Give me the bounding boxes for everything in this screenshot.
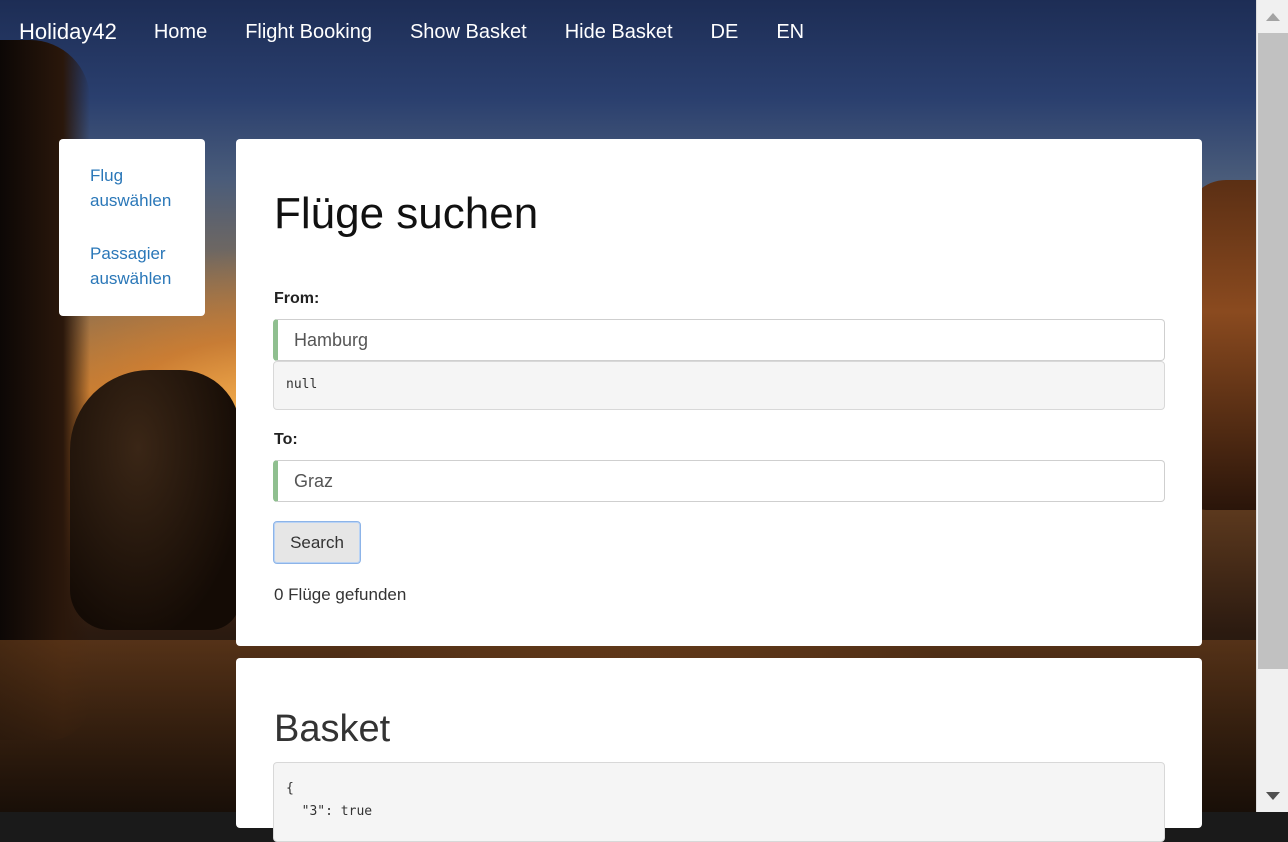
top-navbar: Holiday42 Home Flight Booking Show Baske… [0,0,1256,64]
nav-home[interactable]: Home [154,21,207,44]
scrollbar-thumb[interactable] [1258,33,1288,669]
nav-lang-en[interactable]: EN [776,21,804,44]
nav-hide-basket[interactable]: Hide Basket [565,21,673,44]
from-input[interactable] [273,319,1165,361]
basket-card: Basket { "3": true [236,658,1202,842]
flights-found-count: 0 Flüge gefunden [274,585,407,604]
flight-search-card: Flüge suchen From: null To: Search 0 Flü… [236,139,1202,646]
background-rock-mid [70,370,240,630]
scroll-up-arrow-icon[interactable] [1266,13,1280,21]
nav-lang-de[interactable]: DE [711,21,739,44]
page-title: Flüge suchen [274,189,539,238]
nav-flight-booking[interactable]: Flight Booking [245,21,372,44]
from-debug-output: null [273,361,1165,410]
nav-show-basket[interactable]: Show Basket [410,21,527,44]
sidebar-item-select-passenger[interactable]: Passagier auswählen [90,241,190,291]
sidebar-item-select-flight[interactable]: Flug auswählen [90,163,190,213]
basket-json-output: { "3": true [273,762,1165,842]
to-label: To: [274,431,298,448]
basket-json-line: { [286,781,294,796]
basket-title: Basket [274,708,391,750]
brand-link[interactable]: Holiday42 [19,19,117,45]
search-button[interactable]: Search [273,521,361,564]
sidebar-menu: Flug auswählen Passagier auswählen [59,139,205,316]
vertical-scrollbar[interactable] [1256,0,1288,812]
scroll-down-arrow-icon[interactable] [1266,792,1280,800]
from-label: From: [274,290,320,307]
to-input[interactable] [273,460,1165,502]
